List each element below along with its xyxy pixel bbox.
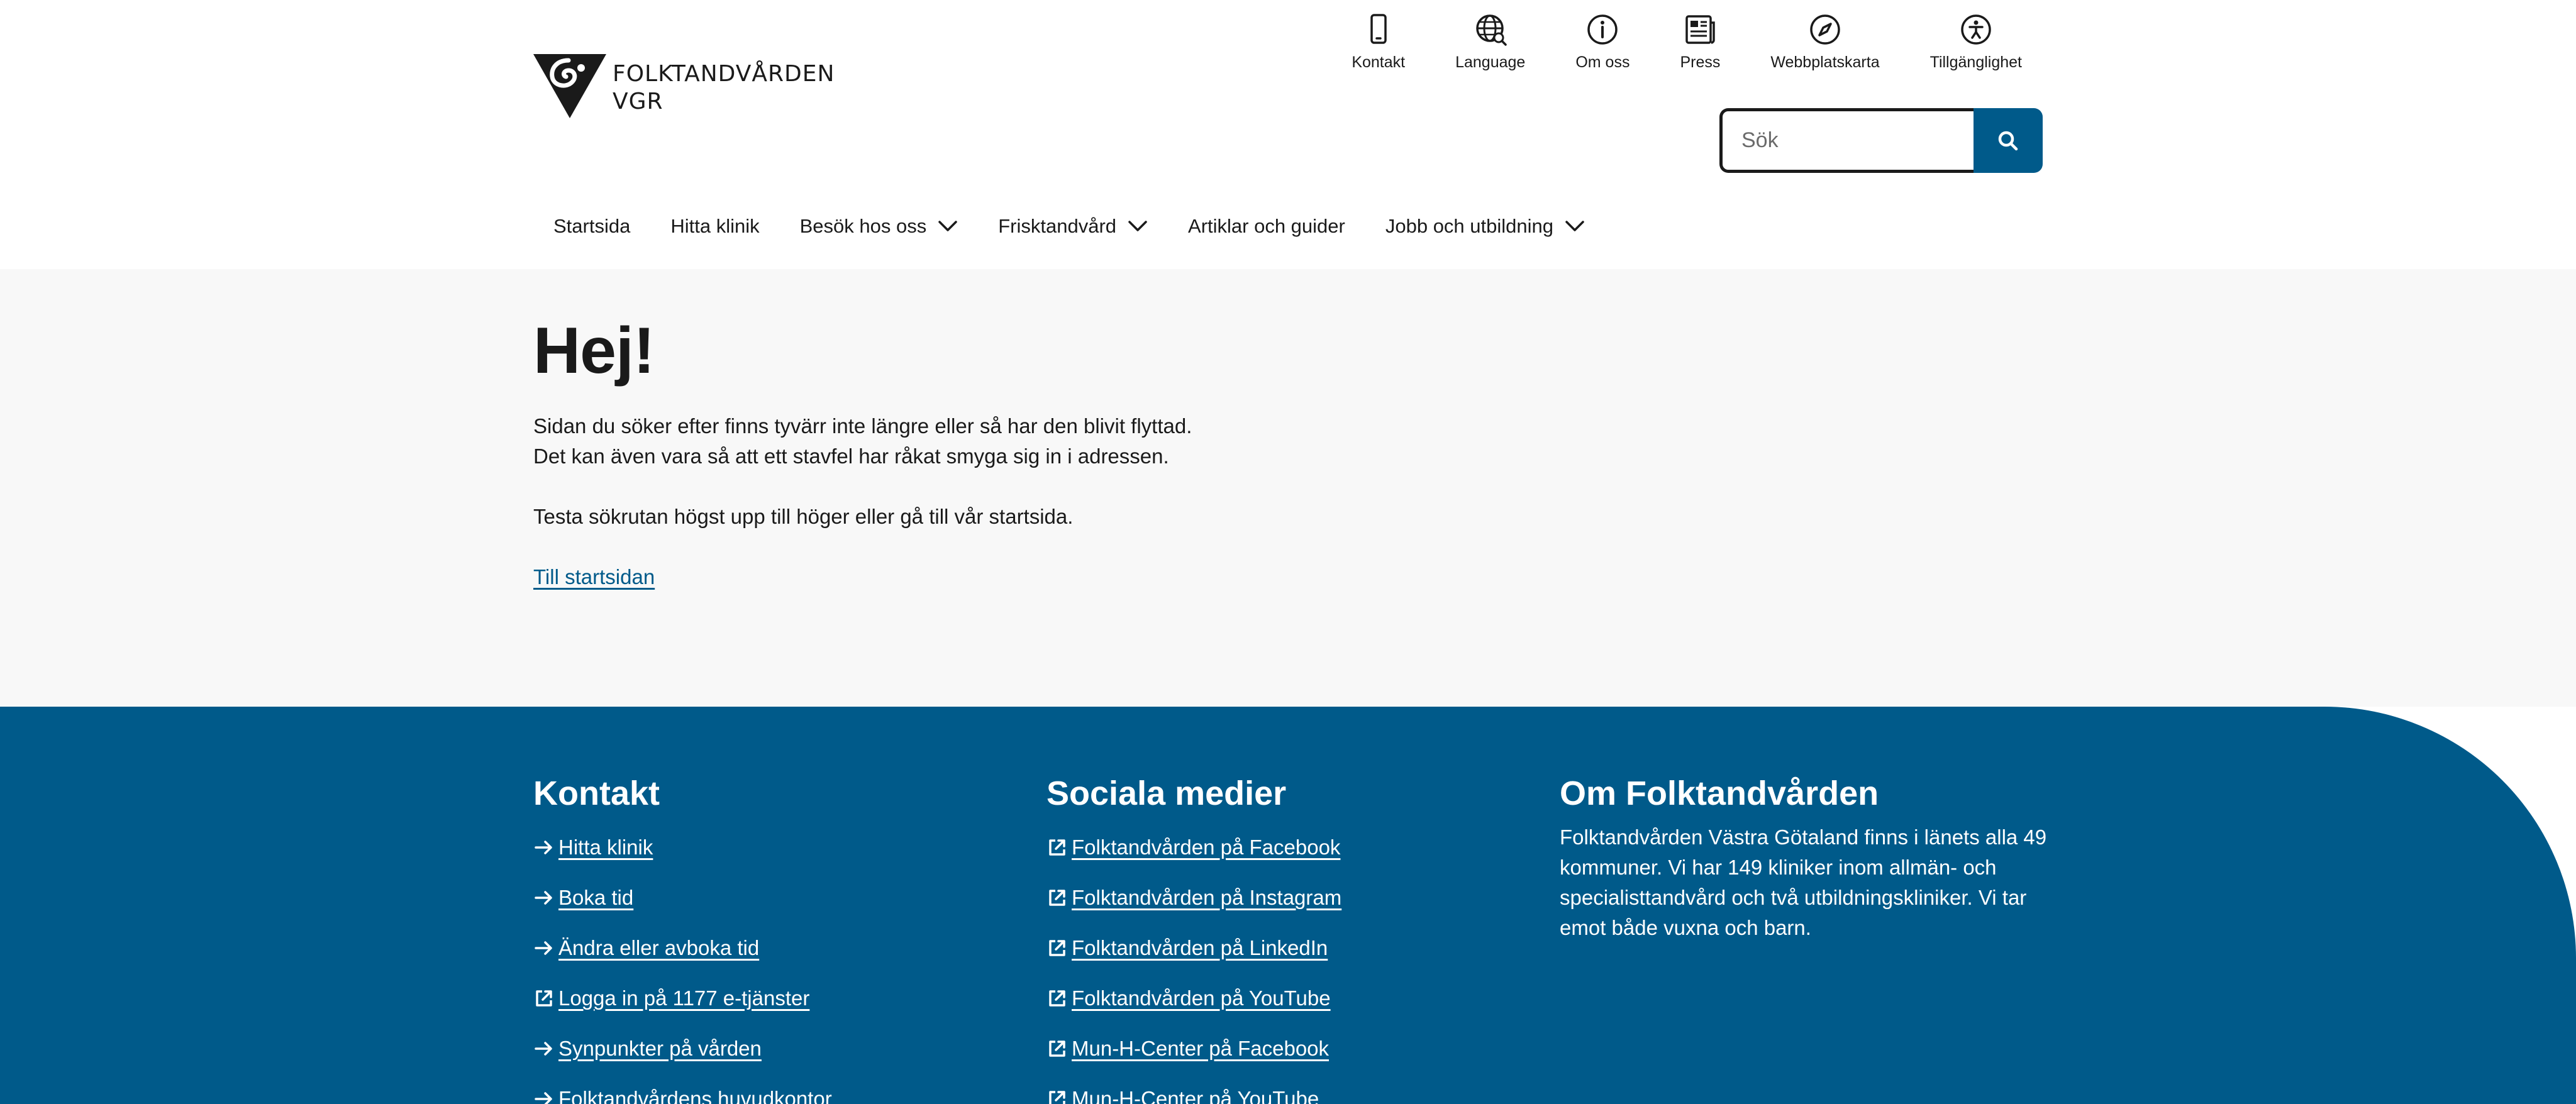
utility-label: Language bbox=[1455, 53, 1526, 71]
footer-about: Om Folktandvården Folktandvården Västra … bbox=[1560, 773, 2050, 943]
footer-link-label: Mun-H-Center på Facebook bbox=[1072, 1037, 1330, 1060]
logo-text: FOLKTANDVÅRDEN VGR bbox=[613, 60, 835, 116]
search-hint: Testa sökrutan högst upp till höger elle… bbox=[533, 505, 1074, 528]
footer-link-label: Folktandvården på Facebook bbox=[1072, 836, 1341, 859]
nav-artiklar-och-guider[interactable]: Artiklar och guider bbox=[1168, 207, 1365, 245]
nav-label: Hitta klinik bbox=[670, 215, 760, 237]
content-area: Hej! Sidan du söker efter finns tyvärr i… bbox=[533, 313, 1414, 592]
footer-link-label: Folktandvården på Instagram bbox=[1072, 886, 1342, 909]
utility-kontakt[interactable]: Kontakt bbox=[1326, 13, 1430, 72]
footer-link-label: Mun-H-Center på YouTube bbox=[1072, 1087, 1319, 1104]
footer-link-label: Boka tid bbox=[558, 886, 634, 909]
footer-link-label: Folktandvården på LinkedIn bbox=[1072, 936, 1328, 959]
footer-heading: Kontakt bbox=[533, 775, 660, 812]
utility-label: Tillgänglighet bbox=[1929, 53, 2022, 71]
page: FOLKTANDVÅRDEN VGR Kontakt Language Om o… bbox=[0, 0, 2576, 1104]
main-nav: Startsida Hitta klinik Besök hos oss Fri… bbox=[533, 207, 1605, 245]
footer-heading: Sociala medier bbox=[1046, 775, 1287, 812]
arrow-right-icon bbox=[535, 941, 552, 955]
error-message: Sidan du söker efter finns tyvärr inte l… bbox=[533, 414, 1192, 438]
utility-press[interactable]: Press bbox=[1655, 13, 1745, 72]
utility-label: Om oss bbox=[1575, 53, 1630, 71]
chevron-down-icon bbox=[938, 221, 957, 231]
external-link-icon bbox=[1049, 890, 1065, 906]
search-button[interactable] bbox=[1974, 108, 2043, 173]
phone-icon bbox=[1370, 14, 1387, 44]
external-link-icon bbox=[1049, 839, 1065, 856]
globe-icon bbox=[1475, 14, 1507, 46]
external-link-icon bbox=[1049, 1091, 1065, 1104]
newspaper-icon bbox=[1685, 15, 1716, 44]
external-link-icon bbox=[536, 990, 552, 1007]
utility-nav: Kontakt Language Om oss Press Webbplatsk… bbox=[1326, 13, 2022, 72]
arrow-right-icon bbox=[535, 1042, 552, 1056]
accessibility-icon bbox=[1961, 14, 1991, 45]
footer-link[interactable]: Ändra eller avboka tid bbox=[533, 923, 832, 973]
nav-jobb-och-utbildning[interactable]: Jobb och utbildning bbox=[1365, 207, 1605, 245]
chevron-down-icon bbox=[1128, 221, 1147, 231]
site-header: FOLKTANDVÅRDEN VGR Kontakt Language Om o… bbox=[0, 0, 2576, 269]
site-footer: Kontakt Hitta klinik Boka tid Ändra elle… bbox=[0, 707, 2576, 1104]
arrow-right-icon bbox=[535, 1092, 552, 1104]
utility-label: Webbplatskarta bbox=[1770, 53, 1880, 71]
utility-tillganglighet[interactable]: Tillgänglighet bbox=[1905, 13, 2022, 72]
nav-label: Startsida bbox=[553, 215, 631, 237]
arrow-right-icon bbox=[535, 841, 552, 854]
nav-label: Besök hos oss bbox=[799, 215, 927, 237]
footer-contact: Kontakt Hitta klinik Boka tid Ändra elle… bbox=[533, 773, 832, 1104]
compass-icon bbox=[1810, 14, 1840, 45]
footer-link[interactable]: Folktandvården på Facebook bbox=[1046, 822, 1341, 873]
external-link-icon bbox=[1049, 990, 1065, 1007]
footer-link[interactable]: Folktandvården på LinkedIn bbox=[1046, 923, 1341, 973]
chevron-down-icon bbox=[1565, 221, 1584, 231]
page-title: Hej! bbox=[533, 314, 655, 387]
nav-label: Artiklar och guider bbox=[1188, 215, 1345, 237]
nav-label: Jobb och utbildning bbox=[1385, 215, 1554, 237]
footer-link[interactable]: Mun-H-Center på YouTube bbox=[1046, 1074, 1341, 1104]
footer-link[interactable]: Hitta klinik bbox=[533, 822, 832, 873]
search-icon bbox=[1998, 131, 2018, 150]
footer-link-label: Logga in på 1177 e-tjänster bbox=[558, 986, 810, 1010]
footer-link[interactable]: Boka tid bbox=[533, 873, 832, 923]
error-message: Det kan även vara så att ett stavfel har… bbox=[533, 444, 1169, 468]
tooth-logo-icon bbox=[533, 54, 606, 118]
arrow-right-icon bbox=[535, 891, 552, 905]
about-text: Folktandvården Västra Götaland finns i l… bbox=[1560, 825, 2047, 939]
main-content: Hej! Sidan du söker efter finns tyvärr i… bbox=[0, 269, 2576, 707]
footer-heading: Om Folktandvården bbox=[1560, 775, 1879, 812]
footer-link[interactable]: Folktandvården på Instagram bbox=[1046, 873, 1341, 923]
utility-label: Kontakt bbox=[1352, 53, 1406, 71]
footer-link[interactable]: Synpunkter på vården bbox=[533, 1024, 832, 1074]
search-form bbox=[1719, 108, 2043, 173]
utility-language[interactable]: Language bbox=[1430, 13, 1550, 72]
search-input[interactable] bbox=[1719, 108, 1974, 173]
footer-link-label: Synpunkter på vården bbox=[558, 1037, 762, 1060]
info-icon bbox=[1587, 14, 1618, 45]
logo-line-2: VGR bbox=[613, 89, 663, 114]
footer-link[interactable]: Folktandvårdens huvudkontor bbox=[533, 1074, 832, 1104]
utility-label: Press bbox=[1680, 53, 1721, 71]
utility-webbplatskarta[interactable]: Webbplatskarta bbox=[1745, 13, 1904, 72]
site-logo[interactable]: FOLKTANDVÅRDEN VGR bbox=[533, 54, 835, 118]
external-link-icon bbox=[1049, 1041, 1065, 1057]
nav-startsida[interactable]: Startsida bbox=[533, 207, 650, 245]
footer-link-label: Hitta klinik bbox=[558, 836, 653, 859]
nav-hitta-klinik[interactable]: Hitta klinik bbox=[650, 207, 779, 245]
home-link[interactable]: Till startsidan bbox=[533, 562, 655, 592]
external-link-icon bbox=[1049, 940, 1065, 956]
footer-link-label: Ändra eller avboka tid bbox=[558, 936, 760, 959]
utility-om-oss[interactable]: Om oss bbox=[1550, 13, 1655, 72]
nav-label: Frisktandvård bbox=[998, 215, 1117, 237]
footer-social: Sociala medier Folktandvården på Faceboo… bbox=[1046, 773, 1341, 1104]
footer-link-label: Folktandvårdens huvudkontor bbox=[558, 1087, 832, 1104]
logo-line-1: FOLKTANDVÅRDEN bbox=[613, 61, 835, 87]
footer-link[interactable]: Mun-H-Center på Facebook bbox=[1046, 1024, 1341, 1074]
nav-besok-hos-oss[interactable]: Besök hos oss bbox=[780, 207, 979, 245]
footer-link[interactable]: Folktandvården på YouTube bbox=[1046, 973, 1341, 1024]
footer-link[interactable]: Logga in på 1177 e-tjänster bbox=[533, 973, 832, 1024]
nav-frisktandvard[interactable]: Frisktandvård bbox=[978, 207, 1168, 245]
footer-link-label: Folktandvården på YouTube bbox=[1072, 986, 1331, 1010]
